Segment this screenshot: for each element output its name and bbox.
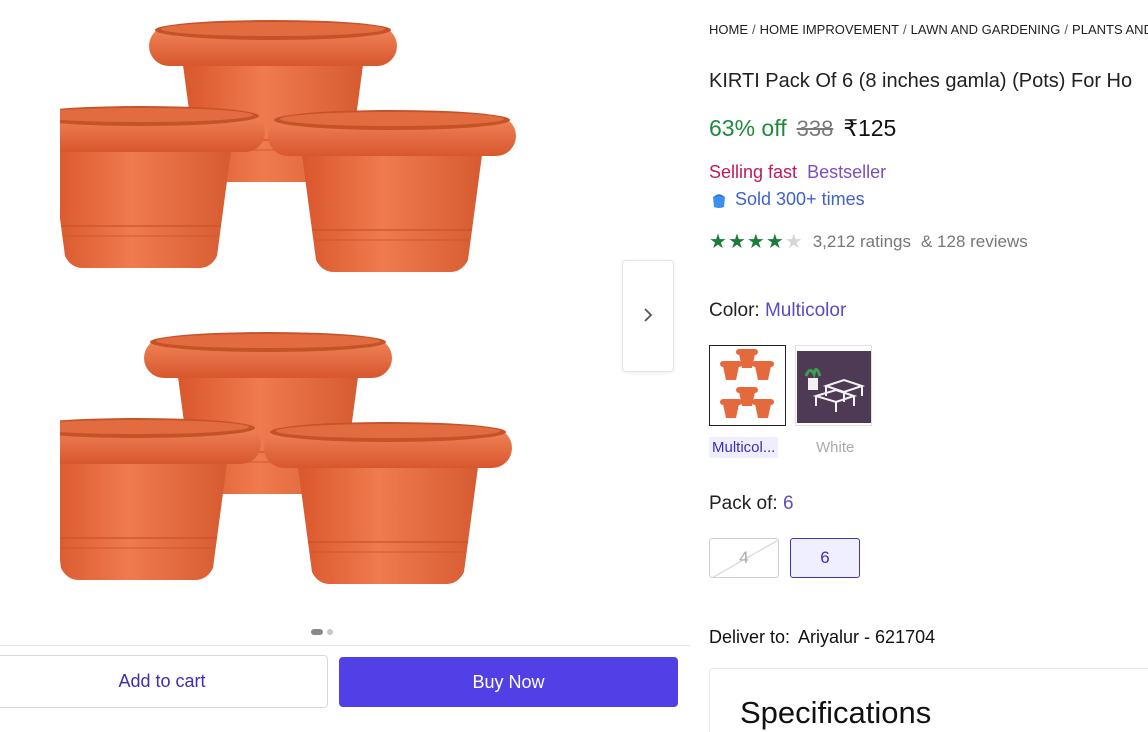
product-badges: Selling fast Bestseller <box>709 162 886 183</box>
breadcrumb-separator: / <box>903 22 907 37</box>
add-to-cart-button[interactable]: Add to cart <box>0 655 328 708</box>
breadcrumb: HOME / HOME IMPROVEMENT / LAWN AND GARDENING… <box>709 22 1148 37</box>
color-selected-value: Multicolor <box>764 300 847 321</box>
gallery-dot[interactable] <box>327 629 333 635</box>
star-filled-icon: ★ <box>709 231 727 253</box>
color-option-label[interactable]: Multicol... <box>709 437 779 458</box>
pack-selected-value: 6 <box>782 493 794 514</box>
delivery-location-value: Ariyalur - 621704 <box>798 627 936 647</box>
breadcrumb-plants[interactable]: PLANTS AND PL <box>1072 22 1148 37</box>
breadcrumb-separator: / <box>752 22 756 37</box>
divider <box>0 645 690 646</box>
selling-price: ₹125 <box>843 115 897 141</box>
next-image-button[interactable] <box>622 260 674 372</box>
reviews-count[interactable]: & 128 reviews <box>921 232 1028 252</box>
specifications-heading: Specifications <box>740 695 932 730</box>
gallery-pagination <box>311 629 333 635</box>
sold-count-text: Sold 300+ times <box>735 189 865 209</box>
delivery-location[interactable]: Deliver to: Ariyalur - 621704 <box>709 627 935 648</box>
deliver-to-label: Deliver to: <box>709 627 791 647</box>
discount-percent: 63% off <box>709 115 787 141</box>
product-details: HOME / HOME IMPROVEMENT / LAWN AND GARDENING… <box>709 0 1148 732</box>
chevron-right-icon <box>642 303 654 329</box>
pack-label: Pack of: 6 <box>709 493 794 515</box>
product-title: KIRTI Pack Of 6 (8 inches gamla) (Pots) … <box>709 70 1133 92</box>
ratings-count[interactable]: 3,212 ratings <box>813 232 911 252</box>
shopping-bag-icon <box>709 191 729 209</box>
pack-option-label: 6 <box>820 548 830 567</box>
breadcrumb-lawn-gardening[interactable]: LAWN AND GARDENING <box>911 22 1061 37</box>
original-price: 338 <box>796 116 834 141</box>
breadcrumb-separator: / <box>1064 22 1069 37</box>
star-filled-icon: ★ <box>746 231 765 253</box>
swatch-thumbnail <box>720 349 774 418</box>
color-swatch-multicolor[interactable] <box>709 345 786 426</box>
rating-stars: ★ ★ ★ ★ ★ <box>709 232 803 252</box>
pack-option-4-unavailable[interactable]: 4 <box>709 538 779 578</box>
bestseller-badge: Bestseller <box>807 162 887 182</box>
sold-count-row: Sold 300+ times <box>709 189 865 210</box>
star-filled-icon: ★ <box>765 231 784 253</box>
star-filled-icon: ★ <box>727 231 746 253</box>
color-swatch-white[interactable] <box>795 345 872 426</box>
star-empty-icon: ★ <box>784 231 803 253</box>
pack-label-text: Pack of: <box>709 493 778 514</box>
rating-row[interactable]: ★ ★ ★ ★ ★ 3,212 ratings & 128 reviews <box>709 232 1028 252</box>
price-row: 63% off 338 ₹125 <box>709 115 896 142</box>
color-option-label[interactable]: White <box>813 437 857 458</box>
color-label-text: Color: <box>709 300 760 321</box>
breadcrumb-home-improvement[interactable]: HOME IMPROVEMENT <box>760 22 899 37</box>
gallery-dot-active[interactable] <box>311 629 323 635</box>
product-image-gallery <box>0 0 690 645</box>
color-label: Color: Multicolor <box>709 300 846 322</box>
product-image[interactable] <box>60 8 590 608</box>
pack-option-6[interactable]: 6 <box>790 538 860 578</box>
breadcrumb-home[interactable]: HOME <box>709 22 748 37</box>
selling-fast-badge: Selling fast <box>709 162 798 182</box>
pack-option-label: 4 <box>739 548 749 567</box>
swatch-thumbnail <box>797 351 872 423</box>
buy-now-button[interactable]: Buy Now <box>339 657 678 707</box>
